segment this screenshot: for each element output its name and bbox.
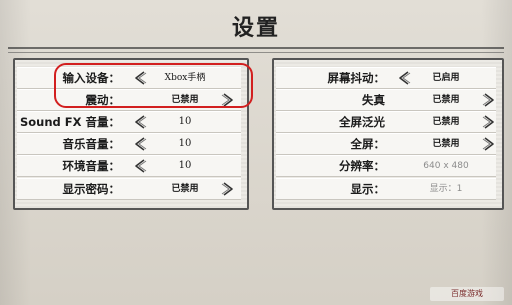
right-setting-label-3: 全屏： (350, 137, 386, 151)
title-divider-secondary (8, 52, 504, 53)
right-setting-value-0: 已启用 (432, 73, 460, 83)
page-title: 设置 (231, 16, 280, 41)
left-setting-row-5[interactable]: 显示密码： 已禁用 (17, 178, 241, 200)
right-setting-value-4: 640 x 480 (423, 161, 469, 171)
highlight-ring (54, 63, 253, 108)
right-setting-label-2: 全屏泛光 (339, 115, 385, 129)
left-setting-row-3[interactable]: 音乐音量： 10 (17, 133, 241, 155)
chevron-right-icon[interactable] (220, 179, 236, 199)
right-setting-value-3: 已禁用 (432, 139, 460, 149)
right-setting-label-0: 屏幕抖动： (327, 71, 386, 85)
right-setting-value-2: 已禁用 (432, 117, 460, 127)
right-setting-row-2[interactable]: 全屏泛光 已禁用 (276, 111, 496, 133)
right-setting-label-5: 显示： (350, 182, 386, 196)
left-setting-label-5: 显示密码： (62, 182, 121, 196)
left-setting-row-4[interactable]: 环境音量： 10 (17, 155, 241, 177)
settings-screen: 设置 输入设备： Xbox手柄 震动： 已禁用 Sound FX 音量： 10 音乐音量： 1… (0, 0, 512, 305)
right-setting-label-4: 分辨率： (339, 159, 385, 173)
left-setting-value-4: 10 (178, 160, 192, 171)
left-setting-value-2: 10 (178, 116, 192, 127)
right-setting-row-1[interactable]: 失真 已禁用 (276, 89, 496, 111)
right-setting-value-5: 显示：1 (429, 184, 463, 194)
right-setting-row-4[interactable]: 分辨率： 640 x 480 (276, 155, 496, 177)
left-setting-label-3: 音乐音量： (62, 137, 121, 151)
right-setting-row-5[interactable]: 显示： 显示：1 (276, 178, 496, 200)
chevron-right-icon[interactable] (481, 90, 497, 110)
title-divider (8, 47, 504, 49)
left-setting-label-2: Sound FX 音量： (19, 115, 120, 129)
right-setting-label-1: 失真 (362, 93, 385, 107)
chevron-right-icon[interactable] (481, 134, 497, 154)
left-setting-row-2[interactable]: Sound FX 音量： 10 (17, 111, 241, 133)
chevron-right-icon[interactable] (481, 112, 497, 132)
left-setting-value-5: 已禁用 (171, 184, 199, 194)
right-setting-row-3[interactable]: 全屏： 已禁用 (276, 133, 496, 155)
right-setting-row-0[interactable]: 屏幕抖动： 已启用 (276, 67, 496, 89)
left-setting-label-4: 环境音量： (62, 159, 121, 173)
watermark-logo: 百度游戏 (430, 287, 504, 301)
left-setting-value-3: 10 (178, 138, 192, 149)
right-setting-value-1: 已禁用 (432, 95, 460, 105)
